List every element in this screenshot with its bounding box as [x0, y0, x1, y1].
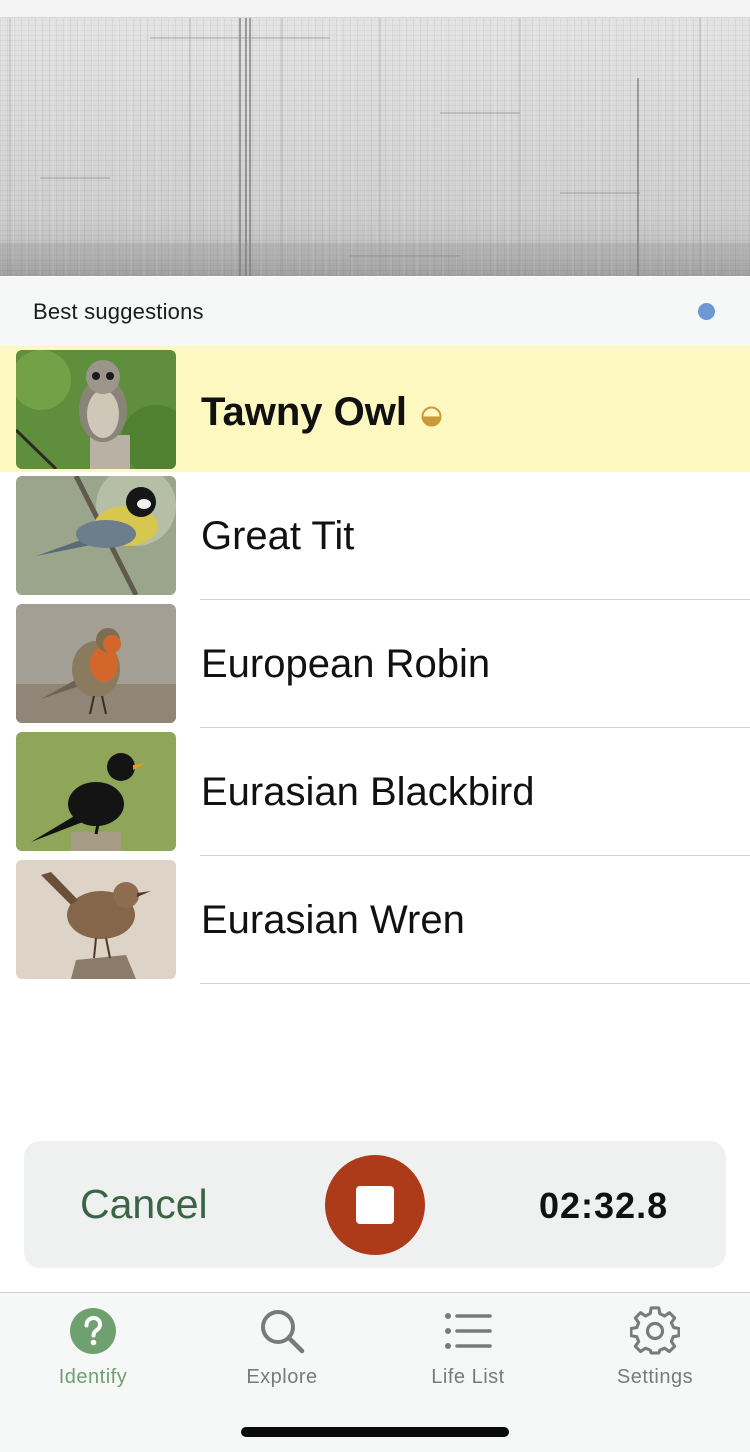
bird-thumbnail: [16, 860, 176, 979]
bird-name: Eurasian Blackbird: [201, 770, 535, 814]
suggestion-row-eurasian-blackbird[interactable]: Eurasian Blackbird: [0, 728, 750, 856]
recording-timer: 02:32.8: [539, 1185, 669, 1226]
half-circle-icon: [421, 406, 442, 427]
top-strip: [0, 0, 750, 18]
tab-life-list[interactable]: Life List: [398, 1293, 538, 1403]
bird-name: Eurasian Wren: [201, 898, 465, 942]
recording-panel: Cancel 02:32.8: [24, 1141, 726, 1268]
tab-identify[interactable]: Identify: [23, 1293, 163, 1403]
list-icon: [445, 1313, 492, 1349]
bird-thumbnail: [16, 476, 176, 595]
status-dot: [698, 303, 715, 320]
bird-name: Great Tit: [201, 514, 355, 558]
tab-label: Identify: [58, 1366, 128, 1388]
row-divider: [200, 983, 750, 984]
bird-thumbnail: [16, 732, 176, 851]
section-title: Best suggestions: [33, 299, 204, 324]
tab-label: Life List: [431, 1366, 505, 1388]
bird-name: European Robin: [201, 642, 491, 686]
cancel-button[interactable]: Cancel: [80, 1181, 208, 1228]
stop-icon: [356, 1186, 394, 1224]
tab-explore[interactable]: Explore: [212, 1293, 352, 1403]
stop-recording-button[interactable]: [325, 1155, 425, 1255]
search-icon: [261, 1310, 305, 1354]
bird-thumbnail: [16, 350, 176, 469]
suggestion-list: Tawny Owl Great Tit European Robin Euras…: [0, 346, 750, 984]
question-circle-icon: [70, 1308, 116, 1354]
home-indicator: [241, 1427, 509, 1437]
suggestions-header: Best suggestions: [0, 277, 750, 346]
suggestion-row-great-tit[interactable]: Great Tit: [0, 472, 750, 600]
suggestion-row-european-robin[interactable]: European Robin: [0, 600, 750, 728]
bird-thumbnail: [16, 604, 176, 723]
bird-name: Tawny Owl: [201, 390, 407, 434]
spectrogram: [0, 18, 750, 276]
suggestion-row-tawny-owl[interactable]: Tawny Owl: [0, 346, 750, 472]
suggestion-row-eurasian-wren[interactable]: Eurasian Wren: [0, 856, 750, 984]
tab-settings[interactable]: Settings: [585, 1293, 725, 1403]
tab-label: Settings: [616, 1366, 694, 1388]
tab-label: Explore: [246, 1366, 318, 1388]
gear-icon: [630, 1306, 680, 1355]
